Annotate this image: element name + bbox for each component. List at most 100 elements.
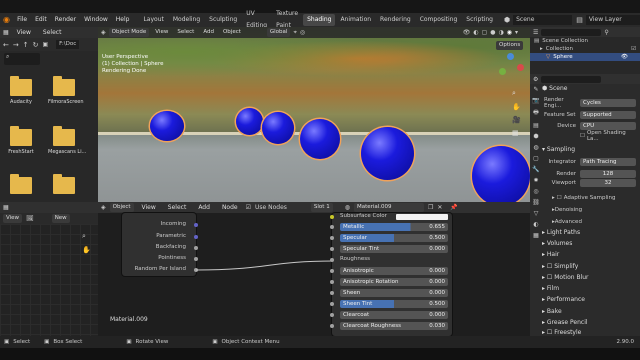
shading-rendered-icon[interactable]: ◉ <box>507 29 512 36</box>
constraints-tab-icon[interactable]: ⛓ <box>532 199 540 206</box>
section-volumes[interactable]: ▸ Volumes <box>542 240 572 247</box>
menu-window[interactable]: Window <box>80 13 112 27</box>
tab-rendering[interactable]: Rendering <box>376 14 415 26</box>
tab-animation[interactable]: Animation <box>336 14 375 26</box>
material-tab-icon[interactable]: ◐ <box>533 221 538 228</box>
outliner-row-selected[interactable]: ▽ Sphere 👁 <box>530 53 640 61</box>
render-tab-icon[interactable]: 📷 <box>532 97 539 104</box>
shading-material-icon[interactable]: ◑ <box>498 29 503 36</box>
section-film[interactable]: ▸ Film <box>542 285 559 292</box>
sampling-section[interactable]: ▾ Sampling <box>542 146 575 153</box>
modifier-tab-icon[interactable]: 🔧 <box>532 166 539 173</box>
path-field[interactable]: F:\Doc <box>56 40 80 49</box>
tab-layout[interactable]: Layout <box>139 14 167 26</box>
bsdf-input-socket[interactable] <box>330 302 334 306</box>
tab-scripting[interactable]: Scripting <box>462 14 497 26</box>
object-tab-icon[interactable]: ▢ <box>533 155 539 162</box>
folder-item[interactable]: FreshStart <box>5 126 37 155</box>
gizmo-y-axis-icon[interactable] <box>499 68 506 75</box>
menu-edit[interactable]: Edit <box>31 13 51 27</box>
texture-tab-icon[interactable]: ▦ <box>533 232 539 239</box>
vp-menu-select[interactable]: Select <box>174 28 197 37</box>
bsdf-input-socket[interactable] <box>330 269 334 273</box>
section-motion-blur[interactable]: ▸ ☐ Motion Blur <box>542 274 589 281</box>
vp-menu-view[interactable]: View <box>152 28 171 37</box>
bsdf-input-socket[interactable] <box>330 280 334 284</box>
section-hair[interactable]: ▸ Hair <box>542 251 559 258</box>
osl-checkbox[interactable]: ☐ <box>580 133 585 139</box>
menu-file[interactable]: File <box>13 13 31 27</box>
tool-tab-icon[interactable]: ✎ <box>533 86 538 93</box>
sphere-object[interactable] <box>361 127 414 180</box>
tab-compositing[interactable]: Compositing <box>416 14 462 26</box>
shading-options-icon[interactable]: ▾ <box>515 29 518 36</box>
bsdf-row[interactable]: Specular 0.500 <box>340 234 448 242</box>
visibility-icon[interactable]: 👁 <box>463 29 471 36</box>
image-icon[interactable]: 🖼 <box>26 215 34 222</box>
proportional-edit-icon[interactable]: ◎ <box>300 29 305 36</box>
shading-solid-icon[interactable]: ● <box>490 29 495 36</box>
zoom-icon[interactable]: ⌕ <box>512 89 521 98</box>
bsdf-row[interactable]: Anisotropic 0.000 <box>340 267 448 275</box>
sphere-object[interactable] <box>262 112 294 144</box>
device-dropdown[interactable]: CPU <box>580 122 636 130</box>
gizmo-x-axis-icon[interactable] <box>517 64 524 71</box>
bsdf-input-socket[interactable] <box>330 236 334 240</box>
gizmo-z-axis-icon[interactable] <box>507 53 514 60</box>
perspective-toggle-icon[interactable]: ▦ <box>512 129 521 137</box>
sphere-object[interactable] <box>150 111 184 141</box>
bsdf-row[interactable]: Clearcoat Roughness 0.030 <box>340 322 448 330</box>
section-performance[interactable]: ▸ Performance <box>542 296 585 303</box>
overlay-icon[interactable]: ◐ <box>473 29 478 36</box>
bsdf-row[interactable]: Sheen 0.000 <box>340 289 448 297</box>
render-engine-dropdown[interactable]: Cycles <box>580 99 636 107</box>
fb-menu-view[interactable]: View <box>13 27 35 38</box>
pan-hand-icon[interactable]: ✋ <box>82 246 91 254</box>
bsdf-input-socket[interactable] <box>330 247 334 251</box>
options-dropdown[interactable]: Options <box>496 41 524 50</box>
menu-render[interactable]: Render <box>51 13 80 27</box>
tab-shading[interactable]: Shading <box>303 14 336 26</box>
3d-viewport[interactable]: ◈ Object Mode View Select Add Object Glo… <box>98 27 530 202</box>
snap-icon[interactable]: ⌖ <box>293 29 296 37</box>
scene-selector[interactable]: Scene <box>513 15 573 25</box>
advanced-row[interactable]: ▸ Advanced <box>552 218 636 226</box>
parent-dir-icon[interactable]: ↑ <box>23 41 29 49</box>
object-mode-dropdown[interactable]: Object Mode <box>108 28 150 37</box>
bsdf-row[interactable]: Clearcoat 0.000 <box>340 311 448 319</box>
bsdf-row[interactable]: Anisotropic Rotation 0.000 <box>340 278 448 286</box>
viewport-samples-field[interactable]: 32 <box>580 179 636 187</box>
tab-sculpting[interactable]: Sculpting <box>205 14 241 26</box>
menu-help[interactable]: Help <box>112 13 134 27</box>
view-layer-tab-icon[interactable]: ▤ <box>533 122 539 129</box>
particles-tab-icon[interactable]: ✸ <box>533 177 538 184</box>
section-bake[interactable]: ▸ Bake <box>542 308 562 315</box>
sphere-object[interactable] <box>300 119 340 159</box>
outliner-search-input[interactable] <box>541 28 602 36</box>
output-tab-icon[interactable]: 🖶 <box>533 108 539 118</box>
view-layer-selector[interactable]: View Layer <box>585 15 640 25</box>
xray-icon[interactable]: ▢ <box>482 29 488 36</box>
shader-node-editor[interactable]: ◈ Object View Select Add Node ☑ Use Node… <box>98 202 530 336</box>
bsdf-input-socket[interactable] <box>330 313 334 317</box>
camera-view-icon[interactable]: 🎥 <box>512 116 521 124</box>
fb-menu-select[interactable]: Select <box>39 27 66 38</box>
bsdf-input-socket[interactable] <box>330 258 334 262</box>
physics-tab-icon[interactable]: ◎ <box>533 188 538 195</box>
folder-item[interactable]: Megascans Li... <box>48 126 86 155</box>
sphere-object[interactable] <box>472 146 530 202</box>
new-image-button[interactable]: New <box>51 214 70 223</box>
refresh-icon[interactable]: ↻ <box>33 41 39 49</box>
feature-set-dropdown[interactable]: Supported <box>580 111 636 119</box>
tab-modeling[interactable]: Modeling <box>169 14 204 26</box>
bsdf-row[interactable]: Metallic 0.655 <box>340 223 448 231</box>
world-tab-icon[interactable]: ◍ <box>533 144 538 151</box>
bsdf-row[interactable]: Sheen Tint 0.500 <box>340 300 448 308</box>
zoom-icon[interactable]: ⌕ <box>82 232 86 241</box>
bsdf-input-socket[interactable] <box>330 324 334 328</box>
bsdf-row[interactable]: Specular Tint 0.000 <box>340 245 448 253</box>
render-samples-field[interactable]: 128 <box>580 170 636 178</box>
image-editor-icon[interactable]: ▦ <box>3 204 9 211</box>
filter-icon[interactable]: ⚲ <box>604 29 608 36</box>
eye-icon[interactable]: 👁 <box>621 54 628 60</box>
